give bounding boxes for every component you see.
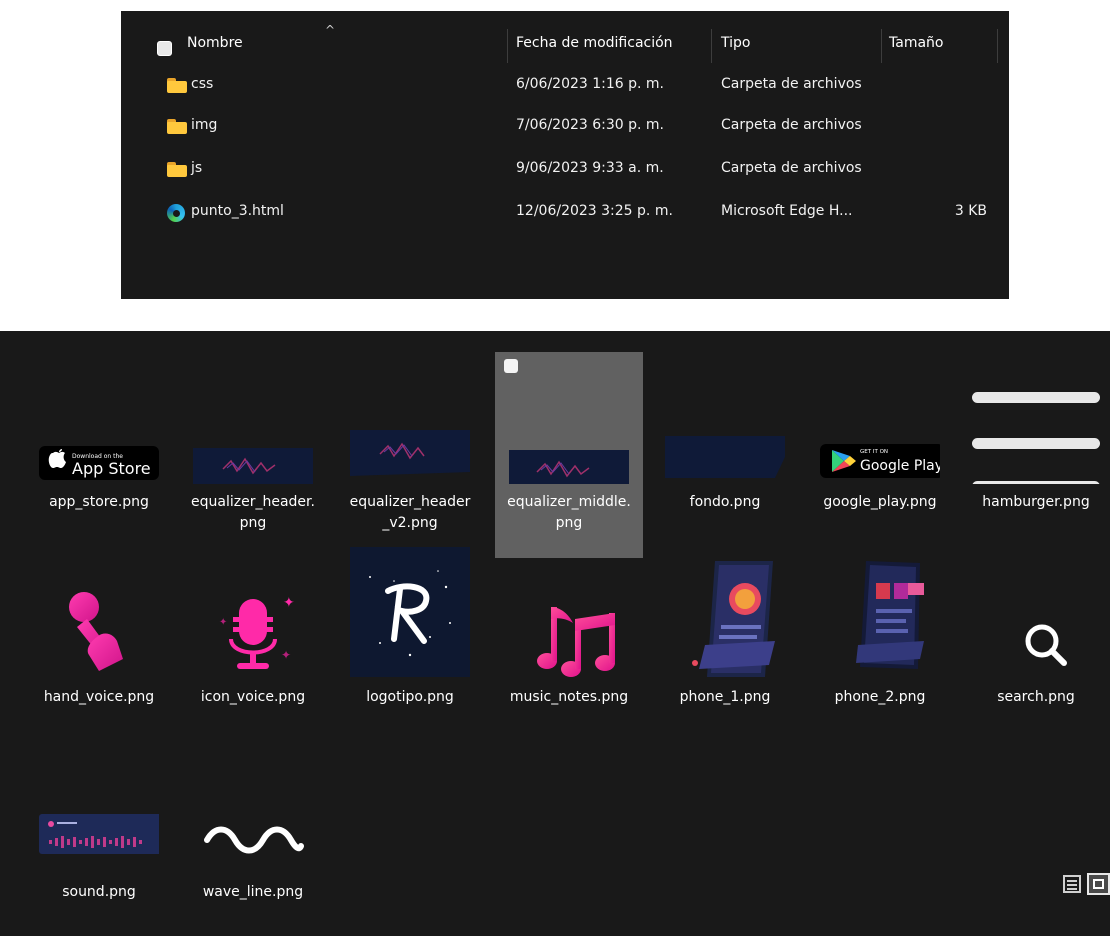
equalizer-middle-thumbnail — [503, 364, 635, 498]
file-tile-music-notes[interactable]: music_notes.png — [495, 547, 643, 753]
music-notes-icon — [509, 559, 629, 679]
file-label: equalizer_header _v2.png — [349, 494, 471, 531]
column-divider[interactable] — [997, 29, 998, 63]
search-icon — [976, 559, 1096, 679]
file-label: search.png — [997, 689, 1075, 705]
large-icons-view-button[interactable] — [1087, 873, 1110, 895]
file-tile-equalizer-header-v2[interactable]: equalizer_header _v2.png — [336, 352, 484, 558]
wave-line-icon — [193, 754, 313, 874]
file-name: img — [191, 117, 218, 133]
column-divider[interactable] — [507, 29, 508, 63]
file-tile-hamburger[interactable]: hamburger.png — [962, 352, 1110, 558]
phone-2-thumbnail — [820, 559, 940, 679]
microphone-icon: ✦ ✦ ✦ — [193, 559, 313, 679]
column-header-size[interactable]: Tamaño — [889, 35, 943, 51]
google-play-thumbnail: GET IT ON Google Play — [820, 364, 944, 484]
file-tile-equalizer-header[interactable]: equalizer_header. png — [179, 352, 327, 558]
equalizer-header-v2-thumbnail — [350, 364, 470, 484]
logotipo-thumbnail — [350, 547, 470, 679]
file-tile-icon-voice[interactable]: ✦ ✦ ✦ icon_voice.png — [179, 547, 327, 753]
sort-ascending-icon: ^ — [325, 23, 336, 37]
file-tile-search[interactable]: search.png — [962, 547, 1110, 753]
svg-text:Google Play: Google Play — [860, 458, 940, 474]
column-header-row: ^ Nombre Fecha de modificación Tipo Tama… — [121, 23, 1009, 71]
table-row[interactable]: img 7/06/2023 6:30 p. m. Carpeta de arch… — [121, 107, 1009, 147]
svg-text:GET IT ON: GET IT ON — [860, 449, 888, 455]
svg-text:✦: ✦ — [219, 617, 227, 628]
file-date: 7/06/2023 6:30 p. m. — [516, 117, 664, 133]
edge-browser-icon — [167, 204, 185, 222]
file-tile-phone-1[interactable]: phone_1.png — [651, 547, 799, 753]
hamburger-menu-icon — [972, 364, 1102, 492]
svg-text:✦: ✦ — [283, 595, 295, 611]
file-tile-fondo[interactable]: fondo.png — [651, 352, 799, 558]
file-type: Carpeta de archivos — [721, 76, 862, 92]
select-all-checkbox[interactable] — [157, 41, 172, 56]
svg-text:App Store: App Store — [72, 459, 151, 478]
equalizer-header-thumbnail — [193, 364, 313, 490]
file-type: Microsoft Edge H... — [721, 203, 853, 219]
file-tile-google-play[interactable]: GET IT ON Google Play google_play.png — [806, 352, 954, 558]
file-label: sound.png — [62, 884, 136, 900]
file-type: Carpeta de archivos — [721, 117, 862, 133]
file-tile-hand-voice[interactable]: hand_voice.png — [25, 547, 173, 753]
folder-icon — [167, 162, 187, 177]
folder-icon — [167, 78, 187, 93]
file-tile-sound[interactable]: sound.png — [25, 742, 173, 948]
file-label: phone_1.png — [679, 689, 771, 705]
file-label: phone_2.png — [834, 689, 926, 705]
file-tile-wave-line[interactable]: wave_line.png — [179, 742, 327, 948]
column-header-date[interactable]: Fecha de modificación — [516, 35, 673, 51]
file-label: fondo.png — [689, 494, 761, 510]
file-label: hamburger.png — [982, 494, 1090, 510]
file-label: app_store.png — [49, 494, 149, 510]
details-view-panel: ^ Nombre Fecha de modificación Tipo Tama… — [121, 11, 1009, 299]
folder-icon — [167, 119, 187, 134]
fondo-thumbnail — [661, 364, 795, 484]
file-label: music_notes.png — [509, 689, 629, 705]
column-header-name[interactable]: Nombre — [187, 35, 243, 51]
file-tile-logotipo[interactable]: logotipo.png — [336, 547, 484, 753]
column-divider[interactable] — [711, 29, 712, 63]
hand-microphone-icon — [39, 559, 159, 679]
file-name: punto_3.html — [191, 203, 284, 219]
file-name: css — [191, 76, 214, 92]
app-store-thumbnail: Download on the App Store — [39, 364, 159, 484]
file-name: js — [191, 160, 203, 176]
large-icons-view-panel: Download on the App Store app_store.png … — [0, 331, 1110, 936]
file-tile-equalizer-middle[interactable]: equalizer_middle. png — [495, 352, 643, 558]
column-divider[interactable] — [881, 29, 882, 63]
file-date: 9/06/2023 9:33 a. m. — [516, 160, 664, 176]
file-label: wave_line.png — [202, 884, 304, 900]
table-row[interactable]: punto_3.html 12/06/2023 3:25 p. m. Micro… — [121, 193, 1009, 233]
file-label: icon_voice.png — [200, 689, 306, 705]
svg-text:✦: ✦ — [281, 648, 291, 662]
file-label: equalizer_middle. png — [507, 494, 631, 531]
details-view-button[interactable] — [1063, 875, 1081, 893]
file-label: hand_voice.png — [43, 689, 155, 705]
file-date: 6/06/2023 1:16 p. m. — [516, 76, 664, 92]
phone-1-thumbnail — [665, 559, 785, 679]
file-type: Carpeta de archivos — [721, 160, 862, 176]
file-label: equalizer_header. png — [191, 494, 315, 531]
file-size: 3 KB — [954, 203, 987, 219]
table-row[interactable]: css 6/06/2023 1:16 p. m. Carpeta de arch… — [121, 66, 1009, 106]
file-label: google_play.png — [823, 494, 937, 510]
file-date: 12/06/2023 3:25 p. m. — [516, 203, 673, 219]
file-label: logotipo.png — [366, 689, 454, 705]
file-tile-app-store[interactable]: Download on the App Store app_store.png — [25, 352, 173, 558]
table-row[interactable]: js 9/06/2023 9:33 a. m. Carpeta de archi… — [121, 150, 1009, 190]
file-tile-phone-2[interactable]: phone_2.png — [806, 547, 954, 753]
sound-thumbnail — [39, 754, 169, 874]
column-header-type[interactable]: Tipo — [721, 35, 750, 51]
